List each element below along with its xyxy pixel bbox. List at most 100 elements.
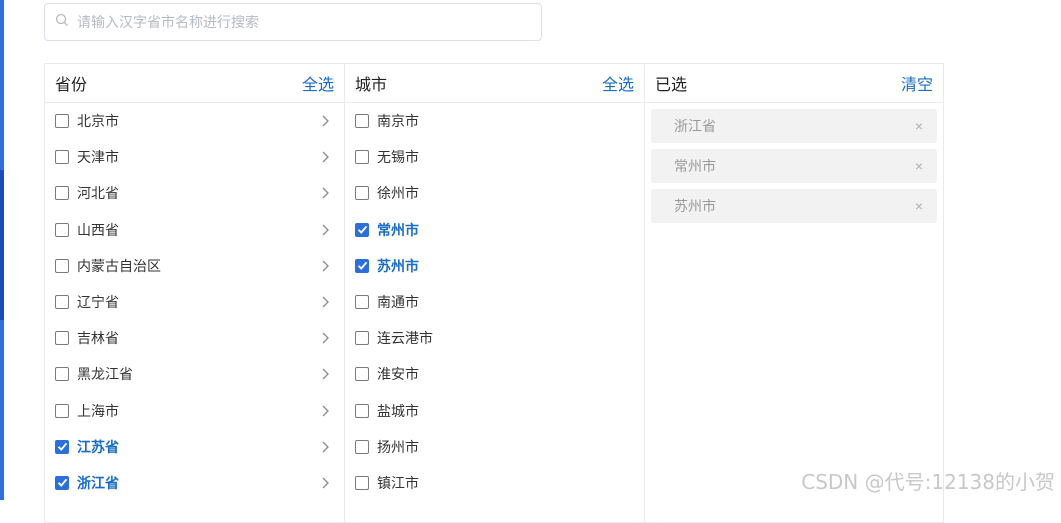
left-edge-bar bbox=[0, 0, 4, 500]
province-label: 黑龙江省 bbox=[77, 366, 133, 383]
checkbox-unchecked[interactable] bbox=[55, 222, 69, 237]
city-row[interactable]: 盐城市 bbox=[345, 393, 644, 429]
province-label: 上海市 bbox=[77, 402, 119, 419]
chevron-right-icon[interactable] bbox=[320, 114, 330, 128]
province-row[interactable]: 江苏省 bbox=[45, 429, 344, 465]
province-row[interactable]: 河北省 bbox=[45, 175, 344, 211]
province-label: 浙江省 bbox=[77, 474, 119, 491]
checkbox-unchecked[interactable] bbox=[55, 114, 69, 129]
checkbox-checked[interactable] bbox=[355, 222, 369, 237]
close-icon[interactable]: × bbox=[915, 158, 923, 174]
checkbox-unchecked[interactable] bbox=[355, 114, 369, 129]
checkbox-unchecked[interactable] bbox=[55, 367, 69, 382]
checkbox-unchecked[interactable] bbox=[55, 150, 69, 165]
chevron-right-icon[interactable] bbox=[320, 259, 330, 273]
chevron-right-icon[interactable] bbox=[320, 186, 330, 200]
city-select-all-link[interactable]: 全选 bbox=[602, 71, 634, 95]
province-label: 河北省 bbox=[77, 185, 119, 202]
checkbox-unchecked[interactable] bbox=[55, 403, 69, 418]
chevron-right-icon[interactable] bbox=[320, 404, 330, 418]
city-label: 扬州市 bbox=[377, 438, 419, 455]
province-select-all-link[interactable]: 全选 bbox=[302, 71, 334, 95]
checkbox-unchecked[interactable] bbox=[55, 295, 69, 310]
search-input[interactable] bbox=[75, 6, 541, 38]
search-box[interactable] bbox=[44, 3, 542, 41]
province-label: 江苏省 bbox=[77, 438, 119, 455]
selected-panel: 已选 清空 浙江省 × 常州市 × 苏州市 × bbox=[644, 63, 944, 523]
province-row[interactable]: 上海市 bbox=[45, 393, 344, 429]
chevron-right-icon[interactable] bbox=[320, 476, 330, 490]
province-row[interactable]: 山西省 bbox=[45, 212, 344, 248]
checkbox-unchecked[interactable] bbox=[55, 186, 69, 201]
province-label: 吉林省 bbox=[77, 330, 119, 347]
province-row[interactable]: 浙江省 bbox=[45, 465, 344, 501]
city-row[interactable]: 扬州市 bbox=[345, 429, 644, 465]
checkbox-unchecked[interactable] bbox=[355, 367, 369, 382]
city-label: 南通市 bbox=[377, 294, 419, 311]
city-row[interactable]: 无锡市 bbox=[345, 139, 644, 175]
province-list: 北京市天津市河北省山西省内蒙古自治区 辽宁省吉林省黑龙江省上海市江苏省浙江省 bbox=[45, 103, 344, 501]
checkbox-unchecked[interactable] bbox=[355, 150, 369, 165]
chevron-right-icon[interactable] bbox=[320, 331, 330, 345]
province-row[interactable]: 黑龙江省 bbox=[45, 356, 344, 392]
checkbox-unchecked[interactable] bbox=[55, 331, 69, 346]
city-label: 镇江市 bbox=[377, 474, 419, 491]
city-label: 苏州市 bbox=[377, 257, 419, 274]
selected-tag-label: 常州市 bbox=[674, 158, 716, 174]
checkbox-checked[interactable] bbox=[355, 258, 369, 273]
selected-tag: 浙江省 × bbox=[651, 109, 937, 143]
city-label: 徐州市 bbox=[377, 185, 419, 202]
province-label: 辽宁省 bbox=[77, 294, 119, 311]
city-label: 常州市 bbox=[377, 221, 419, 238]
city-row[interactable]: 连云港市 bbox=[345, 320, 644, 356]
city-row[interactable]: 南京市 bbox=[345, 103, 644, 139]
province-label: 天津市 bbox=[77, 149, 119, 166]
left-edge-shade bbox=[0, 170, 4, 320]
selected-title: 已选 bbox=[655, 77, 688, 94]
chevron-right-icon[interactable] bbox=[320, 367, 330, 381]
city-row[interactable]: 淮安市 bbox=[345, 356, 644, 392]
selected-tag-label: 苏州市 bbox=[674, 198, 716, 214]
province-title: 省份 bbox=[55, 77, 88, 94]
city-row[interactable]: 镇江市 bbox=[345, 465, 644, 501]
checkbox-unchecked[interactable] bbox=[355, 331, 369, 346]
selected-tag-list: 浙江省 × 常州市 × 苏州市 × bbox=[645, 103, 943, 223]
clear-all-link[interactable]: 清空 bbox=[901, 71, 933, 95]
province-label: 内蒙古自治区 bbox=[77, 257, 161, 274]
province-row[interactable]: 吉林省 bbox=[45, 320, 344, 356]
checkbox-unchecked[interactable] bbox=[355, 403, 369, 418]
city-header: 城市 全选 bbox=[345, 64, 644, 103]
city-label: 盐城市 bbox=[377, 402, 419, 419]
checkbox-unchecked[interactable] bbox=[355, 295, 369, 310]
search-icon bbox=[55, 13, 69, 32]
checkbox-checked[interactable] bbox=[55, 439, 69, 454]
selected-tag: 常州市 × bbox=[651, 149, 937, 183]
city-list: 南京市无锡市徐州市常州市苏州市南通市连云港市淮安市盐城市扬州市镇江市 bbox=[345, 103, 644, 501]
city-row[interactable]: 南通市 bbox=[345, 284, 644, 320]
city-row[interactable]: 苏州市 bbox=[345, 248, 644, 284]
province-row[interactable]: 北京市 bbox=[45, 103, 344, 139]
close-icon[interactable]: × bbox=[915, 198, 923, 214]
city-label: 无锡市 bbox=[377, 149, 419, 166]
close-icon[interactable]: × bbox=[915, 118, 923, 134]
selected-tag: 苏州市 × bbox=[651, 189, 937, 223]
checkbox-unchecked[interactable] bbox=[355, 475, 369, 490]
province-row[interactable]: 天津市 bbox=[45, 139, 344, 175]
province-row[interactable]: 内蒙古自治区 bbox=[45, 248, 344, 284]
chevron-right-icon[interactable] bbox=[320, 295, 330, 309]
province-row[interactable]: 辽宁省 bbox=[45, 284, 344, 320]
checkbox-unchecked[interactable] bbox=[355, 186, 369, 201]
watermark: CSDN @代号:12138的小贺 bbox=[801, 470, 1055, 494]
chevron-right-icon[interactable] bbox=[320, 223, 330, 237]
checkbox-unchecked[interactable] bbox=[355, 439, 369, 454]
province-header: 省份 全选 bbox=[45, 64, 344, 103]
checkbox-unchecked[interactable] bbox=[55, 258, 69, 273]
city-row[interactable]: 常州市 bbox=[345, 212, 644, 248]
chevron-right-icon[interactable] bbox=[320, 150, 330, 164]
city-panel: 城市 全选 南京市无锡市徐州市常州市苏州市南通市连云港市淮安市盐城市扬州市镇江市 bbox=[344, 63, 645, 523]
selected-header: 已选 清空 bbox=[645, 64, 943, 103]
city-label: 淮安市 bbox=[377, 366, 419, 383]
city-row[interactable]: 徐州市 bbox=[345, 175, 644, 211]
checkbox-checked[interactable] bbox=[55, 475, 69, 490]
chevron-right-icon[interactable] bbox=[320, 440, 330, 454]
